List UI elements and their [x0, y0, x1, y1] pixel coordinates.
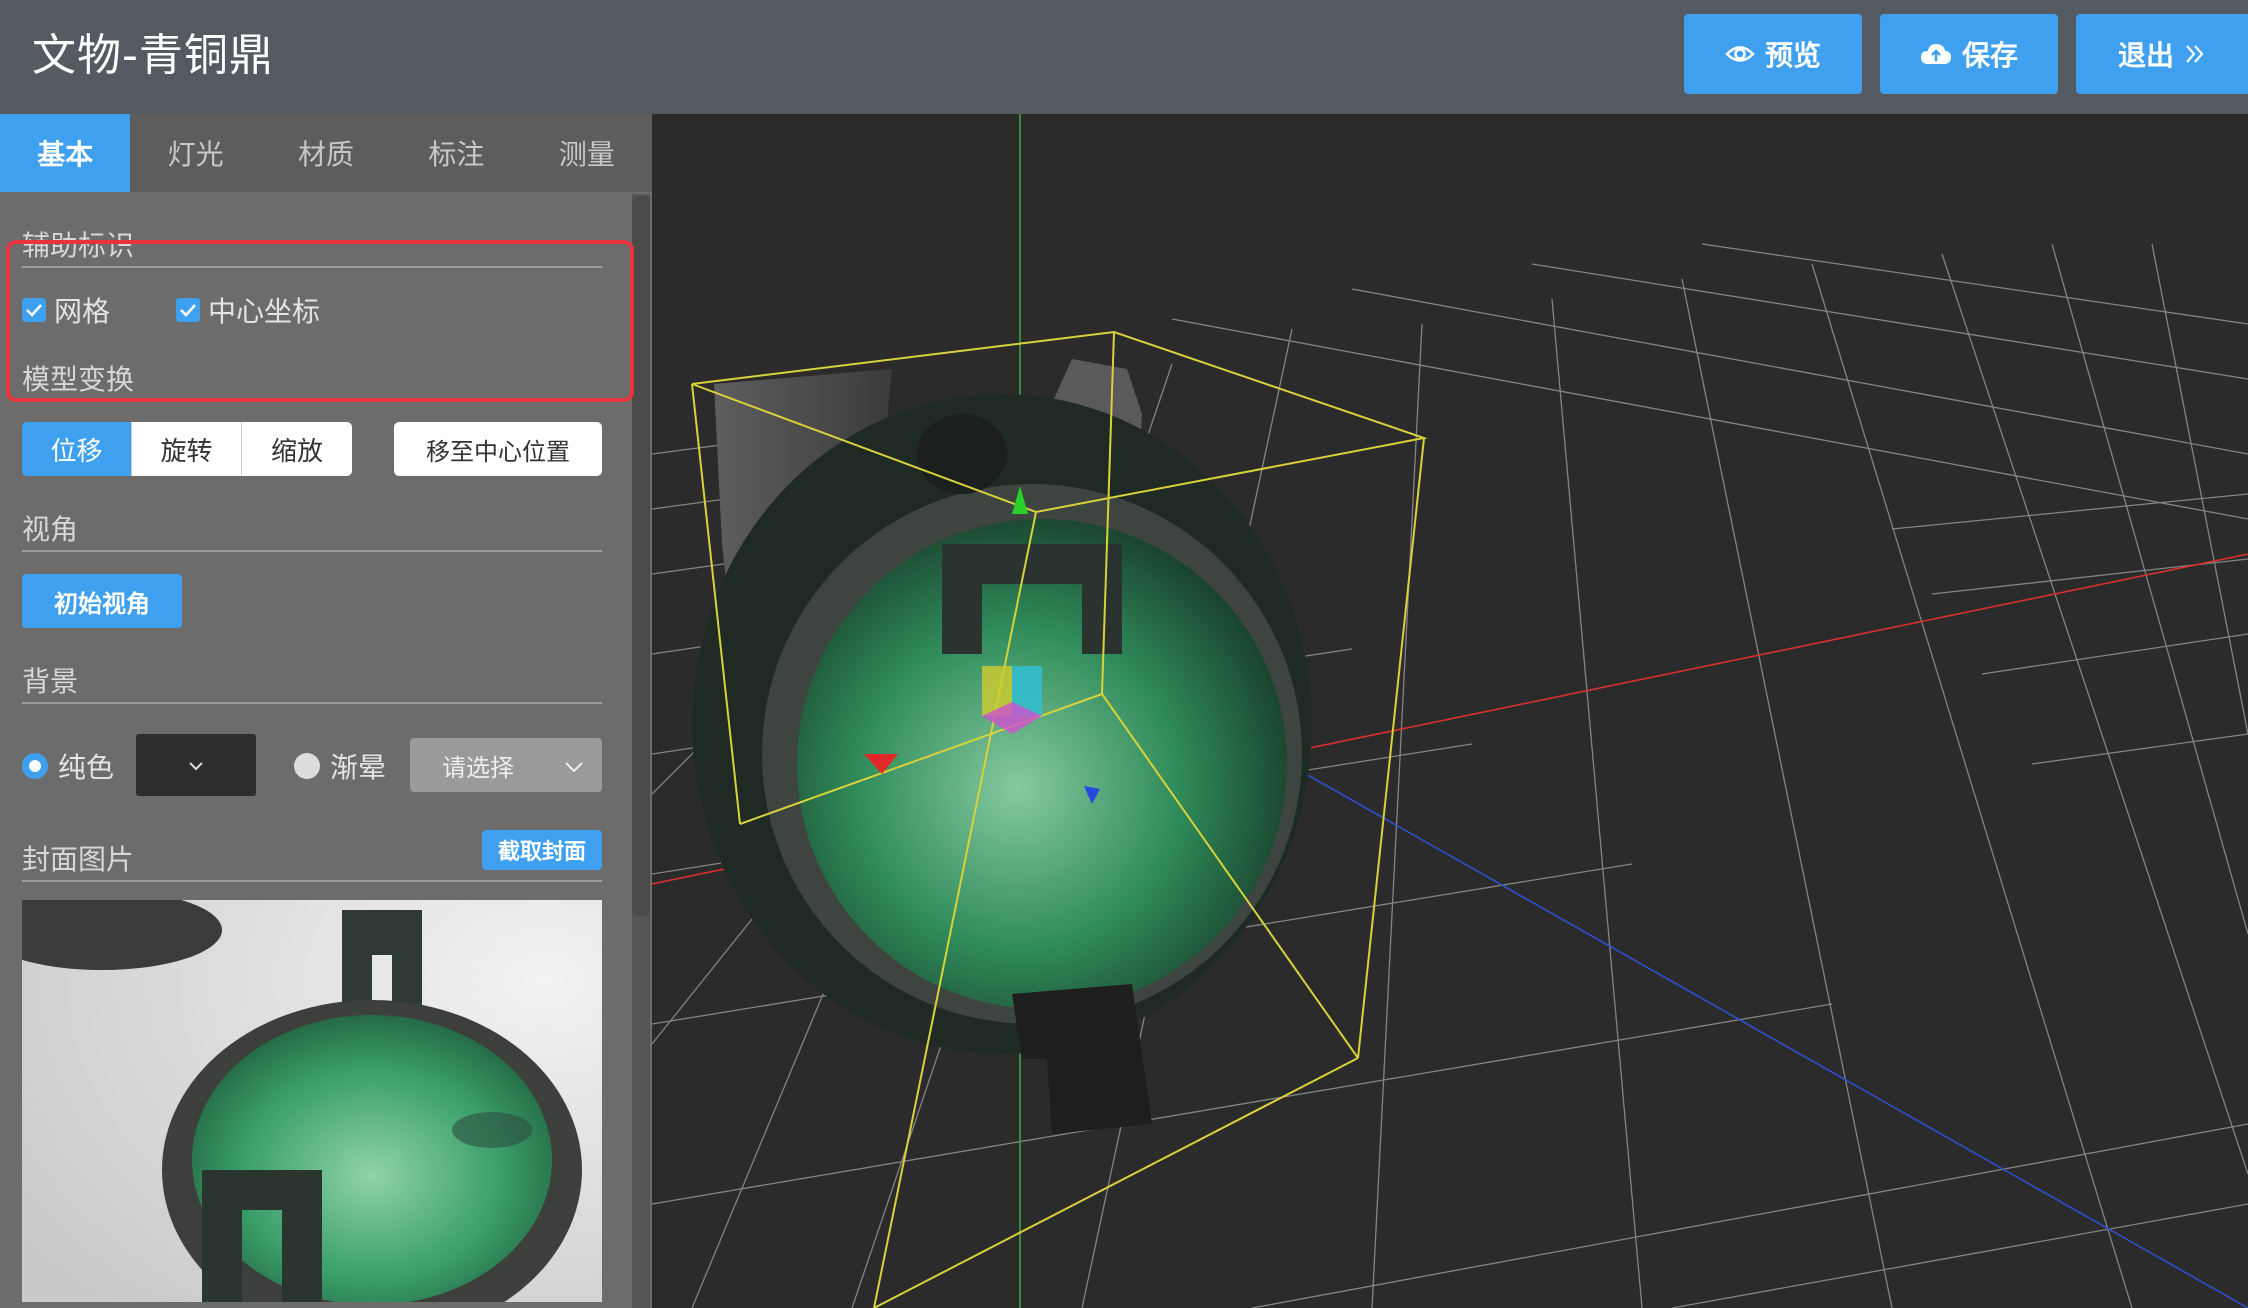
top-bar: 文物-青铜鼎 预览 保存 退出: [0, 0, 2248, 114]
solid-color-radio[interactable]: 纯色: [22, 746, 114, 786]
scrollbar-thumb[interactable]: [632, 196, 650, 916]
radio-unselected-icon: [294, 753, 320, 779]
capture-cover-button[interactable]: 截取封面: [482, 830, 602, 870]
tab-lighting[interactable]: 灯光: [130, 114, 260, 192]
save-button[interactable]: 保存: [1880, 14, 2058, 94]
gradient-label: 渐晕: [330, 751, 387, 784]
mode-translate-button[interactable]: 位移: [22, 422, 132, 476]
mode-rotate-button[interactable]: 旋转: [132, 422, 242, 476]
save-label: 保存: [1961, 39, 2018, 72]
cloud-upload-icon: [1920, 42, 1952, 66]
transform-highlight-frame: [6, 240, 634, 402]
divider: [22, 550, 602, 552]
eye-icon: [1725, 43, 1755, 65]
3d-viewport[interactable]: [652, 114, 2248, 1308]
scene-canvas[interactable]: [652, 114, 2248, 1308]
gradient-select[interactable]: 请选择: [410, 738, 602, 792]
move-to-center-button[interactable]: 移至中心位置: [394, 422, 602, 476]
tab-basic[interactable]: 基本: [0, 114, 131, 192]
chevron-down-icon: [564, 751, 584, 779]
tab-measure[interactable]: 测量: [522, 114, 652, 192]
page-title: 文物-青铜鼎: [32, 30, 274, 81]
preview-button[interactable]: 预览: [1684, 14, 1862, 94]
tab-bar: 基本 灯光 材质 标注 测量: [0, 114, 652, 192]
exit-label: 退出: [2117, 39, 2174, 72]
transform-mode-group: 位移 旋转 缩放: [22, 422, 352, 476]
divider: [22, 880, 602, 882]
mode-scale-button[interactable]: 缩放: [242, 422, 352, 476]
section-title-view: 视角: [22, 513, 79, 546]
gradient-radio[interactable]: 渐晕: [294, 746, 386, 786]
vessel-interior: [797, 519, 1287, 1009]
gradient-select-value: 请选择: [442, 753, 514, 782]
cover-image: [22, 900, 602, 1302]
solid-color-label: 纯色: [58, 751, 115, 784]
tab-annotation[interactable]: 标注: [391, 114, 521, 192]
radio-selected-icon: [22, 753, 48, 779]
solid-color-picker[interactable]: [136, 734, 256, 796]
section-title-background: 背景: [22, 665, 79, 698]
tab-material[interactable]: 材质: [261, 114, 391, 192]
exit-button[interactable]: 退出: [2076, 14, 2248, 94]
divider: [22, 702, 602, 704]
vessel-knob: [917, 414, 1007, 494]
double-chevron-right-icon: [2184, 43, 2206, 65]
initial-view-button[interactable]: 初始视角: [22, 574, 182, 628]
sidebar-panel: 基本 灯光 材质 标注 测量 辅助标识 网格 中心坐标 模型变换 视角 初始视角…: [0, 114, 652, 1308]
preview-label: 预览: [1764, 39, 1821, 72]
section-title-cover: 封面图片: [22, 843, 135, 876]
chevron-down-icon: [188, 756, 204, 775]
